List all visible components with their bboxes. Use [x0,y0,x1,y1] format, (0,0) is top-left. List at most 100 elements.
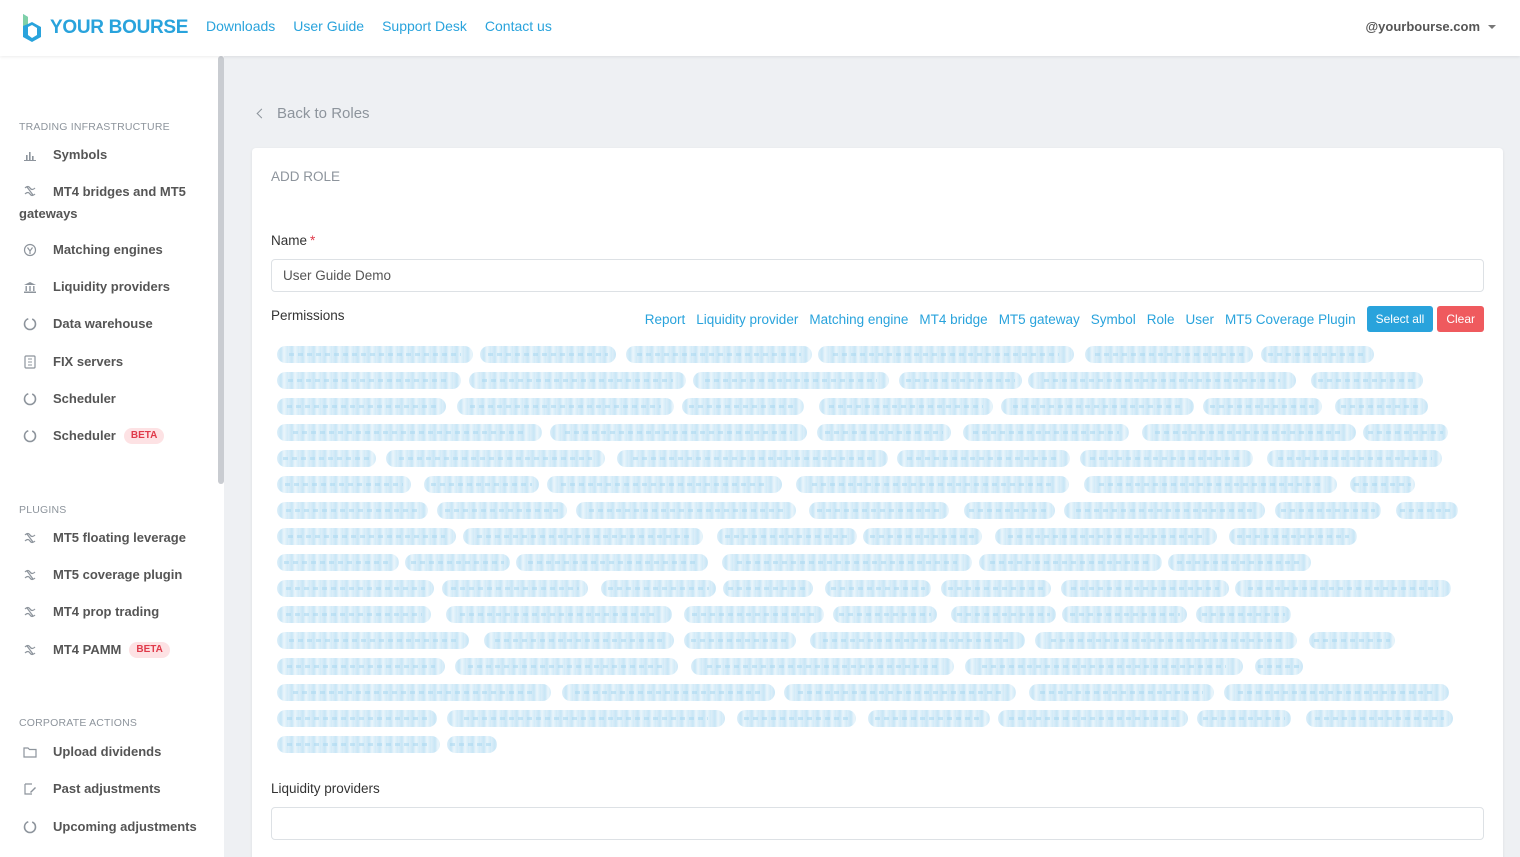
permission-chip[interactable] [1001,398,1194,415]
permission-chip[interactable] [1396,502,1458,519]
permission-chip[interactable] [1197,710,1291,727]
permission-chip[interactable] [576,502,796,519]
sidebar-item-scheduler[interactable]: Scheduler [19,388,209,410]
permission-chip[interactable] [1311,372,1423,389]
filter-liquidity-provider[interactable]: Liquidity provider [696,312,798,327]
permission-chip[interactable] [277,606,431,623]
permission-chip[interactable] [964,502,1055,519]
permission-chip[interactable] [463,528,703,545]
permission-chip[interactable] [446,606,672,623]
permission-chip[interactable] [1275,502,1381,519]
sidebar-item-mt4-pamm[interactable]: MT4 PAMM BETA [19,639,209,661]
sidebar-item-symbols[interactable]: Symbols [19,144,209,166]
permission-chip[interactable] [784,684,1016,701]
permission-chip[interactable] [277,450,376,467]
liquidity-providers-input[interactable] [271,807,1484,840]
permission-chip[interactable] [277,346,473,363]
sidebar-item-past-adjustments[interactable]: Past adjustments [19,778,209,800]
clear-button[interactable]: Clear [1437,306,1484,332]
filter-user[interactable]: User [1186,312,1215,327]
sidebar-item-scheduler-beta[interactable]: Scheduler BETA [19,425,209,447]
nav-contact-us[interactable]: Contact us [485,18,552,34]
sidebar-item-mt5-floating-leverage[interactable]: MT5 floating leverage [19,527,209,549]
permission-chip[interactable] [809,502,949,519]
permission-chip[interactable] [277,528,456,545]
permission-chip[interactable] [405,554,510,571]
permission-chip[interactable] [722,554,972,571]
permission-chip[interactable] [1363,424,1448,441]
permission-chip[interactable] [1084,476,1337,493]
permission-chip[interactable] [1062,606,1187,623]
permission-chip[interactable] [819,398,993,415]
permission-chip[interactable] [1306,710,1453,727]
nav-downloads[interactable]: Downloads [206,18,275,34]
account-menu[interactable]: @yourbourse.com [1365,19,1496,34]
permission-chip[interactable] [684,632,796,649]
permission-chip[interactable] [818,346,1074,363]
permission-chip[interactable] [863,528,982,545]
select-all-button[interactable]: Select all [1366,306,1434,332]
permission-chip[interactable] [737,710,856,727]
permission-chip[interactable] [1196,606,1291,623]
permission-chip[interactable] [1061,580,1229,597]
sidebar-item-matching-engines[interactable]: Matching engines [19,239,209,261]
permission-chip[interactable] [547,476,782,493]
sidebar-item-data-warehouse[interactable]: Data warehouse [19,313,209,335]
permission-chip[interactable] [717,528,857,545]
permission-chip[interactable] [1267,450,1442,467]
permission-chip[interactable] [455,658,678,675]
permission-chip[interactable] [277,736,440,753]
permission-chip[interactable] [469,372,686,389]
permission-chip[interactable] [899,372,1022,389]
sidebar-item-upcoming-adjustments[interactable]: Upcoming adjustments [19,816,209,838]
permission-chip[interactable] [437,502,567,519]
nav-support-desk[interactable]: Support Desk [382,18,467,34]
permission-chip[interactable] [386,450,605,467]
permission-chip[interactable] [833,606,937,623]
permission-chip[interactable] [617,450,888,467]
permission-chip[interactable] [277,658,445,675]
permission-chip[interactable] [868,710,990,727]
permission-chip[interactable] [1028,372,1296,389]
permission-chip[interactable] [979,554,1162,571]
permission-chip[interactable] [810,632,1025,649]
permission-chip[interactable] [601,580,716,597]
permission-chip[interactable] [723,580,813,597]
permission-chip[interactable] [424,476,539,493]
permission-chip[interactable] [941,580,1051,597]
permission-chip[interactable] [691,658,954,675]
permission-chip[interactable] [447,736,497,753]
filter-mt5-gateway[interactable]: MT5 gateway [999,312,1080,327]
permission-chip[interactable] [998,710,1188,727]
permission-chip[interactable] [277,502,428,519]
sidebar-item-liquidity-providers[interactable]: Liquidity providers [19,276,209,298]
permission-chip[interactable] [1168,554,1311,571]
permission-chip[interactable] [1224,684,1449,701]
permission-chip[interactable] [897,450,1070,467]
permission-chip[interactable] [963,424,1129,441]
permission-chip[interactable] [684,606,824,623]
sidebar-item-fix-servers[interactable]: FIX servers [19,351,209,373]
permission-chip[interactable] [442,580,588,597]
sidebar-scrollbar[interactable] [218,56,224,484]
permission-chip[interactable] [277,632,469,649]
permission-chip[interactable] [277,580,434,597]
permission-chip[interactable] [277,398,446,415]
permission-chip[interactable] [447,710,725,727]
permission-chip[interactable] [562,684,775,701]
filter-mt5-coverage-plugin[interactable]: MT5 Coverage Plugin [1225,312,1356,327]
permission-chip[interactable] [484,632,674,649]
filter-symbol[interactable]: Symbol [1091,312,1136,327]
permission-chip[interactable] [965,658,1243,675]
sidebar-item-mt5-coverage-plugin[interactable]: MT5 coverage plugin [19,564,209,586]
permission-chip[interactable] [1029,684,1214,701]
permission-chip[interactable] [1255,658,1303,675]
filter-matching-engine[interactable]: Matching engine [809,312,908,327]
permission-chip[interactable] [626,346,812,363]
permission-chip[interactable] [1142,424,1356,441]
permission-chip[interactable] [1203,398,1322,415]
permission-chip[interactable] [1309,632,1395,649]
permission-chip[interactable] [1080,450,1253,467]
filter-role[interactable]: Role [1147,312,1175,327]
permission-chip[interactable] [277,476,411,493]
